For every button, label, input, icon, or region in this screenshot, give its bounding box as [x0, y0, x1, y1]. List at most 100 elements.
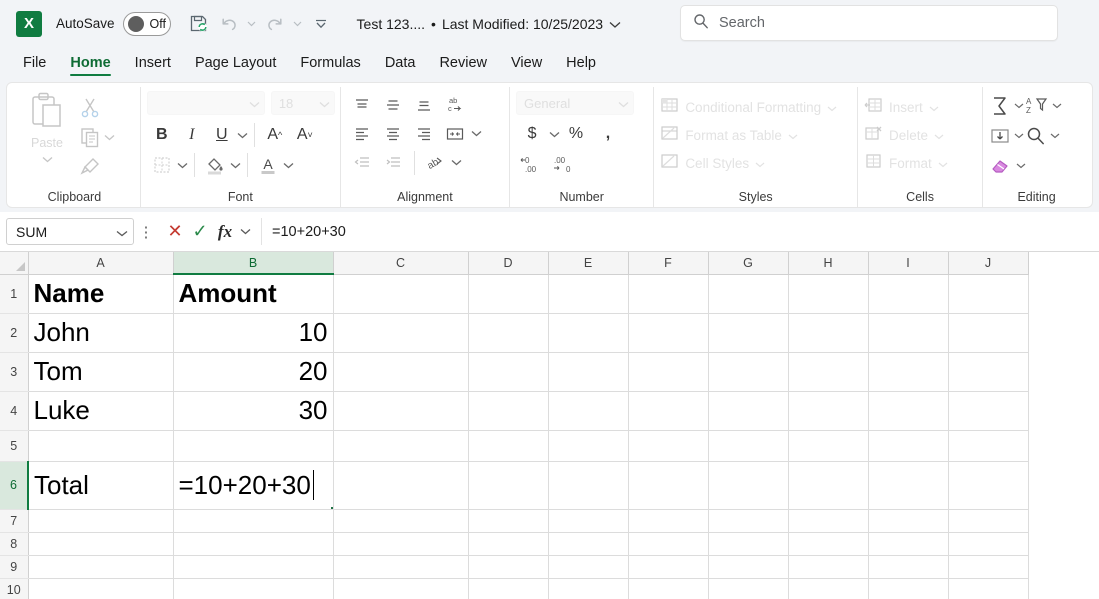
cell-d6[interactable]: [468, 461, 549, 510]
cell-j6[interactable]: [948, 461, 1029, 510]
underline-chevron-down-icon[interactable]: [237, 129, 249, 141]
cell-d3[interactable]: [468, 352, 549, 392]
tab-data[interactable]: Data: [374, 52, 427, 78]
insert-cells-chevron-down-icon[interactable]: [929, 100, 939, 115]
cell-e5[interactable]: [548, 430, 629, 462]
cut-button[interactable]: [79, 94, 115, 120]
align-right-button[interactable]: [409, 120, 440, 147]
cell-g8[interactable]: [708, 532, 789, 556]
cell-b6[interactable]: =10+20+30: [173, 461, 334, 510]
cell-d5[interactable]: [468, 430, 549, 462]
cell-c9[interactable]: [333, 555, 469, 579]
font-color-chevron-down-icon[interactable]: [283, 159, 295, 171]
formula-bar-more-icon[interactable]: ⋮: [134, 223, 158, 241]
column-header-h[interactable]: H: [788, 252, 869, 275]
cell-d1[interactable]: [468, 274, 549, 314]
cell-f1[interactable]: [628, 274, 709, 314]
cell-e9[interactable]: [548, 555, 629, 579]
cell-e6[interactable]: [548, 461, 629, 510]
column-header-e[interactable]: E: [548, 252, 629, 275]
cell-c4[interactable]: [333, 391, 469, 431]
fill-chevron-down-icon[interactable]: [1013, 130, 1025, 142]
column-header-a[interactable]: A: [28, 252, 174, 275]
cell-e2[interactable]: [548, 313, 629, 353]
middle-align-button[interactable]: [378, 91, 409, 118]
title-chevron-down-icon[interactable]: [609, 16, 621, 32]
cell-j4[interactable]: [948, 391, 1029, 431]
cell-a4[interactable]: Luke: [28, 391, 174, 431]
row-header-6[interactable]: 6: [0, 461, 29, 510]
cell-j8[interactable]: [948, 532, 1029, 556]
merge-and-center-button[interactable]: [440, 120, 471, 147]
cell-b8[interactable]: [173, 532, 334, 556]
sort-filter-chevron-down-icon[interactable]: [1051, 100, 1063, 112]
cell-b3[interactable]: 20: [173, 352, 334, 392]
cell-e10[interactable]: [548, 578, 629, 599]
cell-h7[interactable]: [788, 509, 869, 533]
redo-icon[interactable]: [261, 10, 289, 38]
format-as-table-chevron-down-icon[interactable]: [788, 128, 798, 143]
cell-j1[interactable]: [948, 274, 1029, 314]
cell-d7[interactable]: [468, 509, 549, 533]
accounting-format-button[interactable]: $: [516, 120, 548, 148]
cell-c10[interactable]: [333, 578, 469, 599]
cell-e3[interactable]: [548, 352, 629, 392]
increase-indent-button[interactable]: [378, 149, 409, 176]
cell-c7[interactable]: [333, 509, 469, 533]
cell-a8[interactable]: [28, 532, 174, 556]
cell-a6[interactable]: Total: [28, 461, 174, 510]
cell-i1[interactable]: [868, 274, 949, 314]
orientation-chevron-down-icon[interactable]: [451, 157, 463, 169]
delete-cells-button[interactable]: Delete: [864, 121, 944, 149]
cell-f7[interactable]: [628, 509, 709, 533]
insert-cells-button[interactable]: Insert: [864, 93, 939, 121]
row-header-10[interactable]: 10: [0, 578, 29, 599]
insert-function-button[interactable]: fx: [214, 222, 236, 242]
cell-a1[interactable]: Name: [28, 274, 174, 314]
tab-home[interactable]: Home: [59, 52, 121, 78]
cell-g6[interactable]: [708, 461, 789, 510]
find-select-chevron-down-icon[interactable]: [1049, 130, 1061, 142]
row-header-7[interactable]: 7: [0, 509, 29, 533]
cell-i9[interactable]: [868, 555, 949, 579]
cell-g4[interactable]: [708, 391, 789, 431]
cell-b1[interactable]: Amount: [173, 274, 334, 314]
cell-h6[interactable]: [788, 461, 869, 510]
format-cells-chevron-down-icon[interactable]: [938, 156, 948, 171]
insert-function-chevron-down-icon[interactable]: [239, 226, 251, 238]
undo-icon[interactable]: [215, 10, 243, 38]
fill-color-chevron-down-icon[interactable]: [230, 159, 242, 171]
comma-format-button[interactable]: ,: [592, 120, 624, 148]
cell-a7[interactable]: [28, 509, 174, 533]
cell-b5[interactable]: [173, 430, 334, 462]
formula-input[interactable]: =10+20+30: [261, 218, 1099, 245]
fill-color-button[interactable]: [200, 151, 230, 179]
cell-c5[interactable]: [333, 430, 469, 462]
fill-button[interactable]: [989, 121, 1025, 151]
cell-d10[interactable]: [468, 578, 549, 599]
cell-g9[interactable]: [708, 555, 789, 579]
cell-i5[interactable]: [868, 430, 949, 462]
cell-h2[interactable]: [788, 313, 869, 353]
autosum-chevron-down-icon[interactable]: [1013, 100, 1025, 112]
cell-g1[interactable]: [708, 274, 789, 314]
document-title-area[interactable]: Test 123.... • Last Modified: 10/25/2023: [357, 16, 622, 32]
cell-i4[interactable]: [868, 391, 949, 431]
sort-and-filter-button[interactable]: A Z: [1025, 91, 1063, 121]
cell-b2[interactable]: 10: [173, 313, 334, 353]
cell-c6[interactable]: [333, 461, 469, 510]
cell-i8[interactable]: [868, 532, 949, 556]
cell-e1[interactable]: [548, 274, 629, 314]
orientation-button[interactable]: ab: [420, 149, 451, 176]
cell-h9[interactable]: [788, 555, 869, 579]
find-and-select-button[interactable]: [1025, 121, 1061, 151]
cell-e7[interactable]: [548, 509, 629, 533]
row-header-4[interactable]: 4: [0, 391, 29, 431]
cell-editor[interactable]: =10+20+30: [173, 461, 332, 508]
column-header-b[interactable]: B: [173, 252, 334, 275]
autosum-button[interactable]: [989, 91, 1025, 121]
font-name-select[interactable]: [146, 91, 265, 115]
cell-d8[interactable]: [468, 532, 549, 556]
cell-g3[interactable]: [708, 352, 789, 392]
bottom-align-button[interactable]: [409, 91, 440, 118]
